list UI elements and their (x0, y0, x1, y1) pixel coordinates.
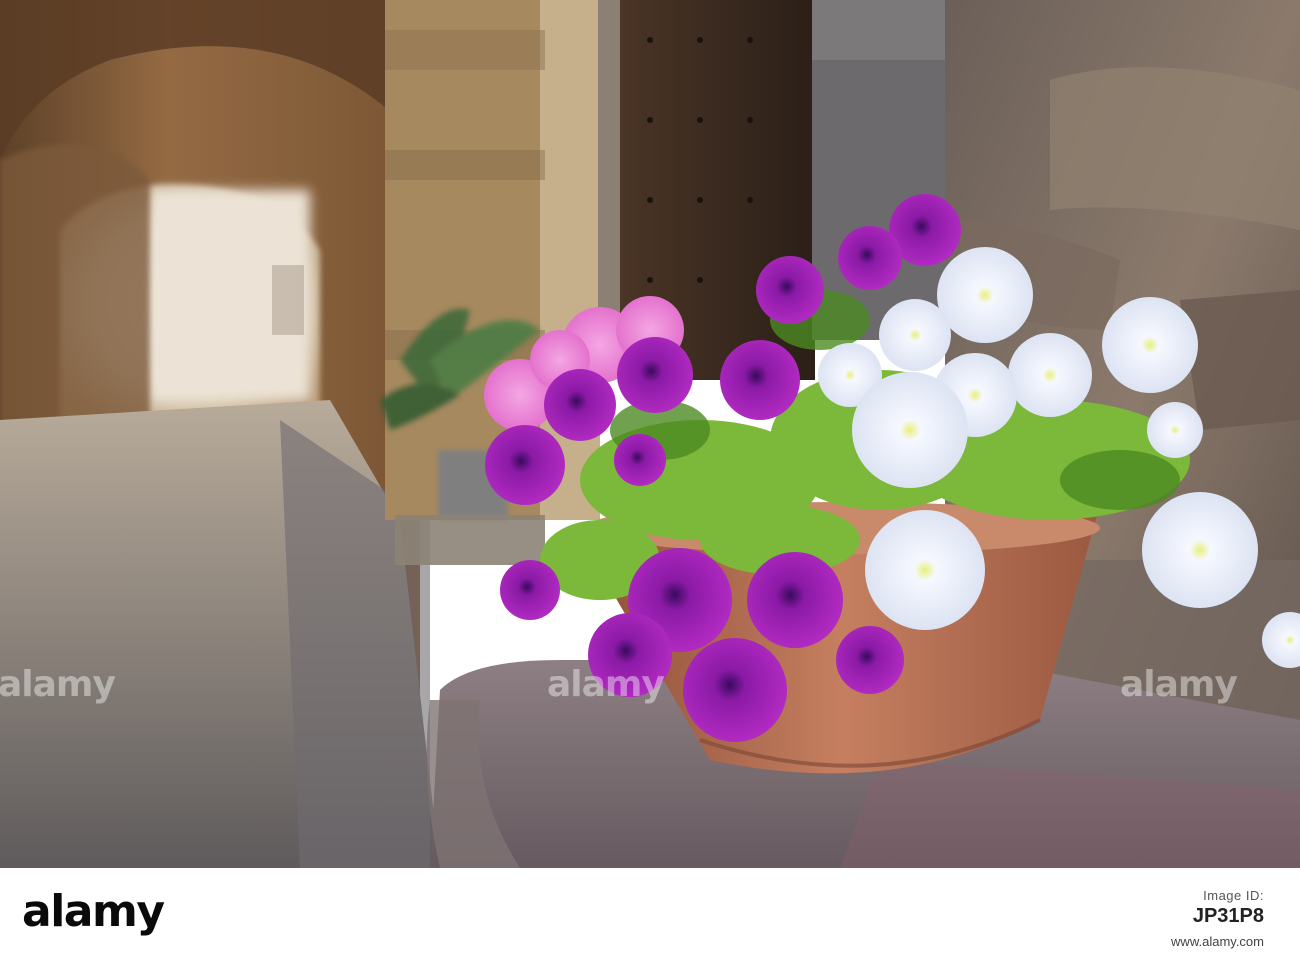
alamy-logo: alamy (22, 886, 165, 937)
image-id-block: Image ID: JP31P8 (1193, 888, 1264, 928)
photo-scene (0, 0, 1300, 868)
footer-bar: alamy Image ID: JP31P8 www.alamy.com (0, 868, 1300, 956)
watermark-left: alamy (0, 664, 116, 705)
photo: alamy alamy alamy (0, 0, 1300, 868)
site-url: www.alamy.com (1171, 934, 1264, 949)
image-id-label: Image ID: (1203, 888, 1264, 903)
watermark-center: alamy (547, 664, 665, 705)
watermark-right: alamy (1120, 664, 1238, 705)
image-id-value: JP31P8 (1192, 905, 1264, 927)
